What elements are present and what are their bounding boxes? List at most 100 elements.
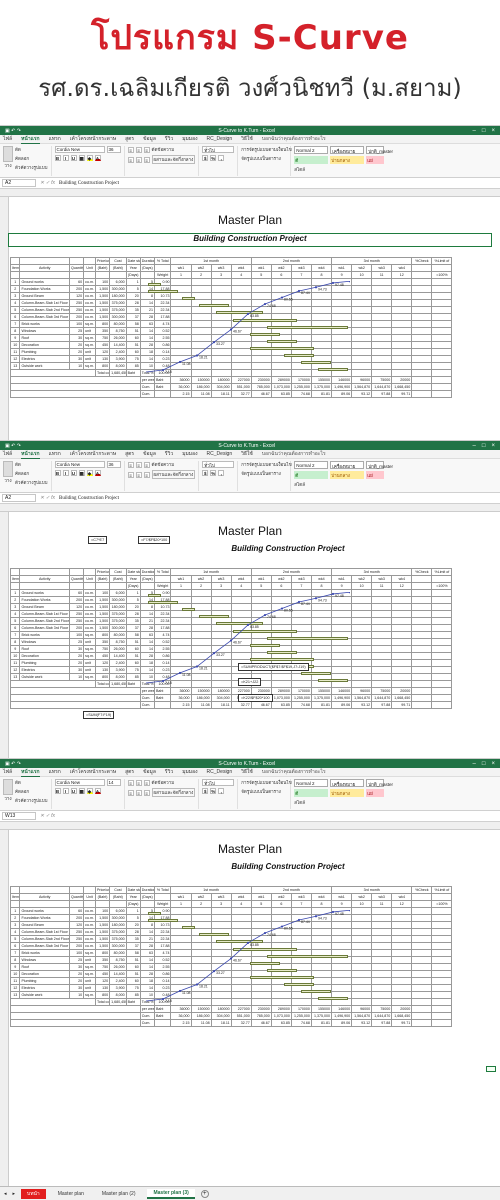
table-cell[interactable] (391, 914, 413, 922)
table-cell[interactable]: 5 (125, 285, 141, 293)
table-cell[interactable]: 21 (139, 935, 155, 943)
table-cell[interactable] (391, 673, 413, 681)
wrap-text-button[interactable]: ตัดข้อความ (152, 779, 175, 786)
cut-button[interactable]: ตัด (15, 779, 48, 786)
table-cell[interactable]: 1 (125, 278, 141, 286)
table-cell[interactable]: 8 (139, 921, 155, 929)
table-cell[interactable]: 26,000 (109, 645, 127, 653)
table-cell[interactable]: 375,000 (109, 935, 127, 943)
sheet-tab[interactable]: บทนำ (21, 1188, 46, 1199)
table-cell[interactable] (371, 306, 393, 314)
table-cell[interactable] (210, 673, 232, 681)
ribbon-tab[interactable]: สูตร (125, 450, 134, 458)
italic-icon[interactable]: I (62, 470, 69, 476)
table-cell[interactable] (391, 970, 413, 978)
table-cell[interactable] (190, 285, 212, 293)
table-cell[interactable] (210, 984, 232, 992)
table-cell[interactable] (250, 610, 272, 618)
table-cell[interactable]: 51 (125, 327, 141, 335)
table-cell[interactable] (230, 327, 252, 335)
sheet-tab[interactable]: Master plan (2) (96, 1190, 142, 1198)
table-cell[interactable] (431, 991, 453, 999)
table-cell[interactable]: 5 (125, 596, 141, 604)
table-cell[interactable] (391, 921, 413, 929)
table-cell[interactable]: 1,500 (94, 306, 111, 314)
table-cell[interactable]: 300,000 (109, 313, 127, 321)
table-cell[interactable]: 10 (9, 341, 21, 349)
table-cell[interactable] (170, 673, 192, 681)
table-cell[interactable] (230, 278, 252, 286)
table-cell[interactable]: 63 (139, 631, 155, 639)
table-cell[interactable]: sq.m. (83, 991, 96, 999)
table-cell[interactable] (250, 603, 272, 611)
table-cell[interactable] (411, 348, 433, 356)
table-cell[interactable] (371, 589, 393, 597)
table-cell[interactable]: 1,500 (94, 617, 111, 625)
table-cell[interactable]: 0.23 (153, 984, 172, 992)
table-cell[interactable] (331, 907, 353, 915)
table-cell[interactable]: 18 (139, 659, 155, 667)
table-cell[interactable] (310, 928, 333, 936)
table-cell[interactable] (310, 963, 333, 971)
comma-icon[interactable]: , (218, 788, 225, 794)
table-cell[interactable] (170, 659, 192, 667)
activity-row[interactable]: 7 Brick works 100 sq.m. 800 80,000 58 63 4.74 (9, 320, 488, 328)
table-cell[interactable] (270, 292, 292, 300)
table-cell[interactable]: 13 (9, 673, 21, 681)
table-cell[interactable] (331, 306, 353, 314)
table-cell[interactable]: Column-Beam-Slab 1st Floor (19, 928, 71, 936)
font-size-select[interactable]: 36 (106, 461, 121, 468)
table-cell[interactable]: cu.m. (83, 589, 96, 597)
table-cell[interactable]: 75 (125, 666, 141, 674)
conditional-format-button[interactable]: การจัดรูปแบบตามเงื่อนไข (241, 461, 291, 468)
table-cell[interactable] (431, 942, 453, 950)
table-cell[interactable] (351, 603, 373, 611)
table-cell[interactable] (250, 589, 272, 597)
activity-row[interactable]: 4 Column-Beam-Slab 1st Floor 250 cu.m. 1,500… (9, 299, 488, 307)
table-cell[interactable] (431, 645, 453, 653)
table-cell[interactable]: 5 (9, 935, 21, 943)
table-cell[interactable] (190, 327, 212, 335)
table-cell[interactable] (411, 942, 433, 950)
table-cell[interactable] (270, 306, 292, 314)
table-cell[interactable]: unit (83, 327, 96, 335)
table-cell[interactable]: 63 (139, 949, 155, 957)
table-cell[interactable] (431, 341, 453, 349)
table-cell[interactable] (270, 278, 292, 286)
table-cell[interactable]: 10.73 (153, 603, 172, 611)
table-cell[interactable] (351, 589, 373, 597)
table-cell[interactable]: 180,000 (109, 292, 127, 300)
table-cell[interactable] (210, 977, 232, 985)
table-cell[interactable] (230, 963, 252, 971)
style-normal-master[interactable]: ปกติ_master (366, 779, 393, 787)
activity-row[interactable]: 9 Roof 30 sq.m. 750 26,000 60 14 2.55 (9, 963, 488, 971)
table-cell[interactable] (431, 935, 453, 943)
table-cell[interactable] (331, 645, 353, 653)
table-cell[interactable] (210, 327, 232, 335)
table-cell[interactable]: 375,000 (109, 617, 127, 625)
table-cell[interactable]: 20 (125, 292, 141, 300)
table-cell[interactable]: 375,000 (109, 306, 127, 314)
style-bad[interactable]: แย่ (366, 156, 385, 164)
table-cell[interactable]: Foundation Works (19, 596, 71, 604)
table-cell[interactable]: 8 (139, 603, 155, 611)
conditional-format-button[interactable]: การจัดรูปแบบตามเงื่อนไข (241, 779, 291, 786)
align-left-icon[interactable]: ≡ (127, 789, 134, 796)
table-cell[interactable] (270, 299, 292, 307)
table-cell[interactable] (170, 278, 192, 286)
italic-icon[interactable]: I (62, 788, 69, 794)
table-cell[interactable]: 750 (94, 334, 111, 342)
table-cell[interactable] (170, 970, 192, 978)
tell-me-search[interactable]: บอกฉันว่าคุณต้องการทำอะไร (262, 135, 326, 143)
table-cell[interactable] (391, 596, 413, 604)
activity-row[interactable]: 8 Windows 25 unit 350 8,750 51 14 0.52 (9, 956, 488, 964)
ribbon-tab[interactable]: RC_Design (207, 136, 233, 142)
table-cell[interactable] (331, 652, 353, 660)
table-cell[interactable] (170, 617, 192, 625)
table-cell[interactable] (190, 341, 212, 349)
ribbon-tab[interactable]: เค้าโครงหน้ากระดาษ (70, 768, 116, 776)
table-cell[interactable] (351, 306, 373, 314)
table-cell[interactable] (310, 589, 333, 597)
activity-row[interactable]: 1 Ground works 60 cu.m. 100 6,000 1 5 0.90 (9, 907, 488, 915)
table-cell[interactable]: 0.14 (153, 348, 172, 356)
